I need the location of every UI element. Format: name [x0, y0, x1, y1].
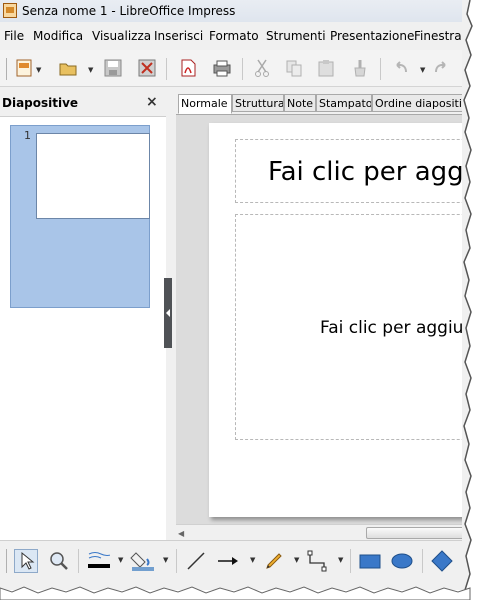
window-title: Senza nome 1 - LibreOffice Impress [22, 4, 236, 18]
toolbar-separator [176, 549, 177, 573]
toolbar-separator [166, 58, 167, 80]
content-placeholder[interactable]: Fai clic per aggiungere del testo [235, 214, 470, 440]
new-dropdown-arrow[interactable]: ▼ [36, 66, 41, 74]
torn-edge-decoration [0, 586, 471, 600]
tab-ordine-diapositive[interactable]: Ordine diapositive [372, 94, 470, 112]
tab-struttura[interactable]: Struttura [232, 94, 284, 112]
scroll-left-arrow-icon[interactable]: ◀ [178, 529, 184, 538]
line-arrow-icon[interactable] [216, 549, 240, 573]
menu-bar: File Modifica Visualizza Inserisci Forma… [0, 26, 470, 46]
menu-presentazione[interactable]: Presentazione [330, 29, 414, 43]
menu-finestra[interactable]: Finestra [414, 29, 462, 43]
tab-note[interactable]: Note [284, 94, 316, 112]
toolbar-separator [422, 549, 423, 573]
menu-file[interactable]: File [4, 29, 24, 43]
toolbar-grip[interactable] [6, 58, 7, 80]
cut-icon[interactable] [252, 58, 272, 78]
new-document-icon[interactable] [14, 58, 34, 78]
slides-panel: Diapositive × 1 [0, 90, 167, 540]
toolbar-grip[interactable] [6, 549, 7, 573]
content-placeholder-text: Fai clic per aggiungere del testo [320, 318, 470, 338]
line-color-icon[interactable] [86, 549, 110, 573]
tab-stampato[interactable]: Stampato [316, 94, 372, 112]
slides-panel-header: Diapositive × [0, 90, 166, 117]
ellipse-icon[interactable] [390, 549, 414, 573]
scrollbar-thumb[interactable] [366, 527, 470, 539]
copy-icon[interactable] [284, 58, 304, 78]
tab-normale[interactable]: Normale [178, 94, 232, 114]
slide-thumbnail-item[interactable]: 1 [10, 125, 150, 308]
menu-inserisci[interactable]: Inserisci [154, 29, 203, 43]
clone-formatting-icon[interactable] [350, 58, 370, 78]
view-tabs: Normale Struttura Note Stampato Ordine d… [176, 94, 470, 114]
open-dropdown-arrow[interactable]: ▼ [88, 66, 93, 74]
menu-strumenti[interactable]: Strumenti [266, 29, 326, 43]
title-placeholder[interactable]: Fai clic per aggiungere un titolo [235, 139, 470, 203]
toolbar-separator [242, 58, 243, 80]
redo-icon[interactable] [432, 58, 452, 78]
standard-toolbar: ▼ ▼ ▼ [0, 50, 470, 87]
freeform-dropdown-arrow[interactable]: ▼ [294, 556, 299, 564]
slide-canvas[interactable]: Fai clic per aggiungere un titolo Fai cl… [209, 123, 470, 517]
paste-icon[interactable] [316, 58, 336, 78]
line-color-dropdown-arrow[interactable]: ▼ [118, 556, 123, 564]
drawing-toolbar: ▼ ▼ ▼ ▼ ▼ [0, 540, 470, 581]
freeform-icon[interactable] [262, 549, 286, 573]
save-icon[interactable] [103, 58, 123, 78]
title-bar: Senza nome 1 - LibreOffice Impress [0, 0, 470, 22]
edit-file-icon[interactable] [137, 58, 157, 78]
menu-formato[interactable]: Formato [209, 29, 259, 43]
line-icon[interactable] [184, 549, 208, 573]
torn-edge-decoration [462, 0, 500, 600]
fill-color-dropdown-arrow[interactable]: ▼ [163, 556, 168, 564]
application-window: Senza nome 1 - LibreOffice Impress File … [0, 0, 470, 590]
menu-visualizza[interactable]: Visualizza [92, 29, 151, 43]
slide-number: 1 [24, 129, 31, 142]
select-icon[interactable] [14, 549, 38, 573]
export-pdf-icon[interactable] [178, 58, 198, 78]
slide-thumbnail[interactable] [36, 133, 150, 219]
slides-panel-title: Diapositive [2, 96, 79, 110]
open-icon[interactable] [58, 58, 78, 78]
print-icon[interactable] [212, 58, 232, 78]
title-placeholder-text: Fai clic per aggiungere un titolo [268, 157, 470, 187]
menu-modifica[interactable]: Modifica [33, 29, 83, 43]
slide-edit-area: Fai clic per aggiungere un titolo Fai cl… [176, 114, 470, 525]
connector-icon[interactable] [306, 549, 330, 573]
arrow-dropdown-arrow[interactable]: ▼ [250, 556, 255, 564]
horizontal-scrollbar[interactable]: ◀ [176, 524, 470, 541]
undo-dropdown-arrow[interactable]: ▼ [420, 66, 425, 74]
zoom-pan-icon[interactable] [47, 549, 71, 573]
rectangle-icon[interactable] [358, 549, 382, 573]
collapse-panel-handle[interactable] [164, 278, 172, 348]
impress-app-icon[interactable] [3, 3, 17, 18]
close-icon[interactable]: × [146, 94, 158, 110]
toolbar-separator [78, 549, 79, 573]
connector-dropdown-arrow[interactable]: ▼ [338, 556, 343, 564]
undo-icon[interactable] [390, 58, 410, 78]
basic-shapes-icon[interactable] [430, 549, 454, 573]
toolbar-separator [380, 58, 381, 80]
toolbar-separator [350, 549, 351, 573]
fill-color-icon[interactable] [130, 549, 154, 573]
